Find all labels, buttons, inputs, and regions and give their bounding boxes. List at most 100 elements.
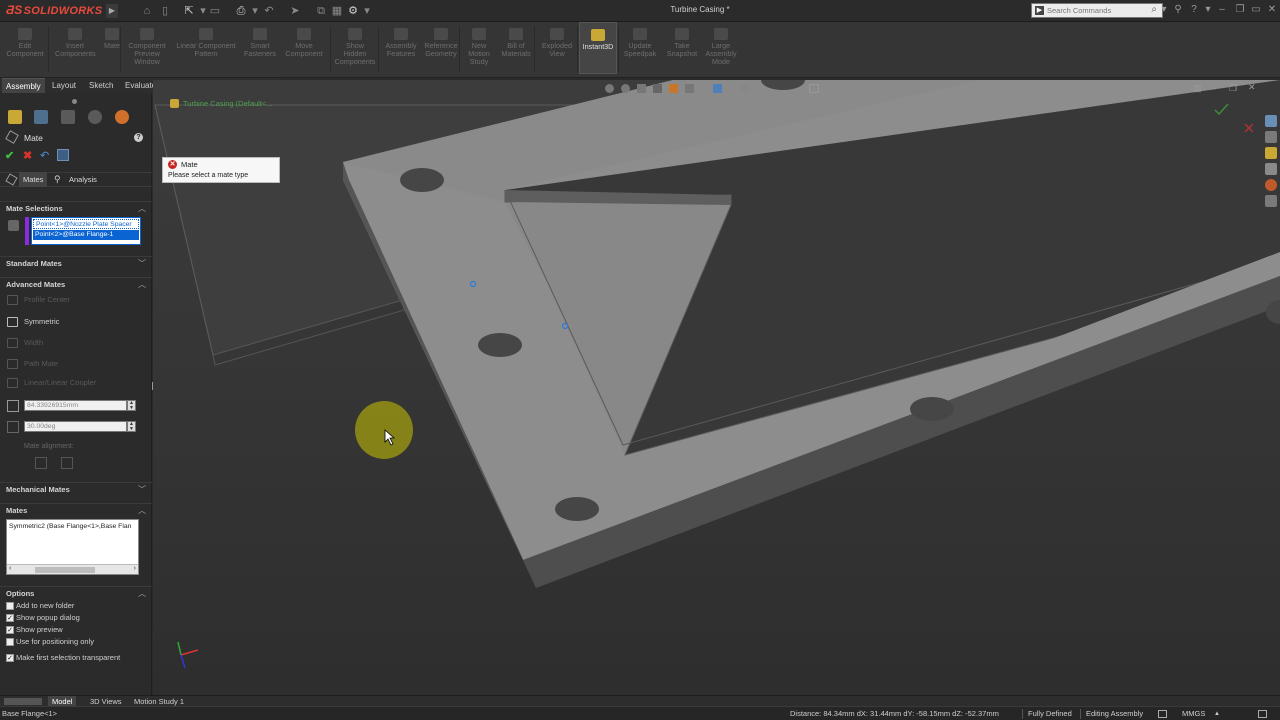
insert-components-button[interactable]: Insert Components: [55, 22, 96, 74]
view-orientation-icon[interactable]: [669, 84, 678, 93]
status-help-icon[interactable]: [1258, 710, 1267, 718]
display-manager-tab-icon[interactable]: [115, 110, 129, 124]
options-dropdown-icon[interactable]: ▾: [360, 5, 374, 17]
maximize-icon[interactable]: ▭: [1250, 4, 1262, 15]
viewport-tile-icon[interactable]: ▤: [1193, 83, 1202, 94]
assembly-features-button[interactable]: Assembly Features: [382, 22, 420, 74]
mate-button[interactable]: Mate: [102, 22, 122, 74]
anti-aligned-icon[interactable]: [61, 457, 73, 469]
model-view[interactable]: [153, 80, 1280, 695]
pin-icon[interactable]: [57, 149, 69, 161]
mates-list-scrollbar[interactable]: ‹ ›: [7, 564, 138, 574]
zoom-to-fit-icon[interactable]: [605, 84, 614, 93]
solidworks-logo[interactable]: ƋSSOLIDWORKS: [6, 3, 102, 17]
ok-checkmark-icon[interactable]: ✔: [5, 149, 14, 162]
bill-of-materials-button[interactable]: Bill of Materials: [497, 22, 535, 74]
search-dropdown-icon[interactable]: ▾: [1158, 4, 1170, 15]
first-selection-transparent-checkbox[interactable]: ✓: [6, 654, 14, 662]
graphics-area[interactable]: ▤ – ❐ ✕ Turbine Casing (Default<...: [153, 80, 1280, 695]
print-icon[interactable]: ⎙: [234, 5, 248, 17]
help-dropdown-icon[interactable]: ▾: [1202, 4, 1214, 15]
mates-header[interactable]: Mates ︿: [0, 503, 152, 517]
search-icon[interactable]: ⌕: [1151, 4, 1157, 15]
large-assembly-mode-button[interactable]: Large Assembly Mode: [701, 22, 741, 74]
feature-manager-tab-icon[interactable]: [8, 110, 22, 124]
select-icon[interactable]: ➤: [288, 5, 302, 17]
advanced-mates-header[interactable]: Advanced Mates ︿: [0, 277, 152, 291]
file-explorer-icon[interactable]: [1265, 147, 1277, 159]
search-scope-icon[interactable]: ▶: [1035, 6, 1044, 15]
tab-mates[interactable]: Mates: [19, 172, 48, 187]
tab-analysis[interactable]: Analysis: [65, 172, 101, 187]
previous-view-icon[interactable]: [637, 84, 646, 93]
options-gear-icon[interactable]: ⚙: [346, 5, 360, 17]
positioning-only-checkbox[interactable]: [6, 638, 14, 646]
viewport-restore-icon[interactable]: ❐: [1229, 83, 1237, 94]
help-icon[interactable]: ?: [1188, 4, 1200, 15]
configuration-manager-tab-icon[interactable]: [61, 110, 75, 124]
minimize-icon[interactable]: –: [1216, 4, 1228, 15]
distance-spinner[interactable]: ▲ ▼: [127, 400, 136, 411]
open-icon[interactable]: ⇱: [182, 5, 196, 17]
tab-sketch[interactable]: Sketch: [85, 78, 117, 93]
hide-show-items-icon[interactable]: [713, 84, 722, 93]
tab-assembly[interactable]: Assembly: [2, 78, 45, 93]
add-to-new-folder-checkbox[interactable]: [6, 602, 14, 610]
rebuild-status-icon[interactable]: [1158, 710, 1167, 718]
options-header[interactable]: Options ︿: [0, 586, 152, 600]
show-hidden-components-button[interactable]: Show Hidden Components: [332, 22, 378, 74]
mechanical-mates-header[interactable]: Mechanical Mates ﹀: [0, 482, 152, 496]
units-dropdown-icon[interactable]: ▲: [1214, 711, 1220, 717]
move-component-button[interactable]: Move Component: [282, 22, 326, 74]
show-preview-checkbox[interactable]: ✓: [6, 626, 14, 634]
component-preview-window-button[interactable]: Component Preview Window: [124, 22, 170, 74]
tab-layout[interactable]: Layout: [48, 78, 80, 93]
home-icon[interactable]: ⌂: [140, 5, 154, 17]
reference-geometry-button[interactable]: Reference Geometry: [421, 22, 461, 74]
mate-selections-header[interactable]: Mate Selections ︿: [0, 201, 152, 215]
tab-scroll-arrows[interactable]: [4, 698, 42, 705]
edit-appearance-icon[interactable]: [740, 84, 749, 93]
panel-grip-icon[interactable]: [72, 99, 77, 104]
take-snapshot-button[interactable]: Take Snapshot: [663, 22, 701, 74]
mate-selections-list[interactable]: Point<1>@Nozzle Plate Spacer Point<2>@Ba…: [31, 217, 141, 245]
user-icon[interactable]: ⚲: [1172, 4, 1184, 15]
cancel-x-icon[interactable]: ✖: [23, 149, 32, 162]
angle-field[interactable]: 30.00deg: [24, 421, 127, 432]
flyout-tree-root[interactable]: Turbine Casing (Default<...: [183, 99, 273, 108]
mates-list[interactable]: Symmetric2 (Base Flange<1>,Base Flan ‹ ›: [6, 519, 139, 575]
undo-icon[interactable]: ↶: [262, 5, 276, 17]
instant3d-button[interactable]: Instant3D: [579, 22, 617, 74]
search-commands-box[interactable]: ▶ ⌕: [1031, 3, 1163, 18]
appearances-icon[interactable]: [1265, 179, 1277, 191]
exploded-view-button[interactable]: Exploded View: [537, 22, 577, 74]
linear-component-pattern-button[interactable]: Linear Component Pattern: [172, 22, 240, 74]
edit-component-button[interactable]: Edit Component: [5, 22, 45, 74]
restore-icon[interactable]: ❐: [1234, 4, 1246, 15]
custom-properties-icon[interactable]: [1265, 195, 1277, 207]
show-popup-dialog-checkbox[interactable]: ✓: [6, 614, 14, 622]
angle-spinner[interactable]: ▲ ▼: [127, 421, 136, 432]
zoom-to-area-icon[interactable]: [621, 84, 630, 93]
undo-arrow-icon[interactable]: ↶: [40, 149, 49, 162]
distance-field[interactable]: 84.33926915mm: [24, 400, 127, 411]
view-settings-icon[interactable]: [809, 84, 819, 93]
section-view-icon[interactable]: [653, 84, 662, 93]
viewport-minimize-icon[interactable]: –: [1211, 83, 1216, 93]
file-properties-icon[interactable]: ▦: [330, 5, 344, 17]
smart-fasteners-button[interactable]: Smart Fasteners: [244, 22, 276, 74]
aligned-icon[interactable]: [35, 457, 47, 469]
update-speedpak-button[interactable]: Update Speedpak: [621, 22, 659, 74]
print-dropdown-icon[interactable]: ▾: [248, 5, 262, 17]
standard-mates-header[interactable]: Standard Mates ﹀: [0, 256, 152, 270]
help-question-icon[interactable]: ?: [134, 133, 143, 142]
display-style-icon[interactable]: [685, 84, 694, 93]
menu-expand-arrow-icon[interactable]: ▶: [106, 4, 118, 18]
viewport-close-icon[interactable]: ✕: [1248, 82, 1256, 93]
save-icon[interactable]: ▭: [208, 5, 222, 17]
close-icon[interactable]: ✕: [1266, 4, 1278, 15]
dimxpert-tab-icon[interactable]: [88, 110, 102, 124]
view-palette-icon[interactable]: [1265, 163, 1277, 175]
design-library-icon[interactable]: [1265, 131, 1277, 143]
rebuild-icon[interactable]: ⧉: [314, 5, 328, 17]
